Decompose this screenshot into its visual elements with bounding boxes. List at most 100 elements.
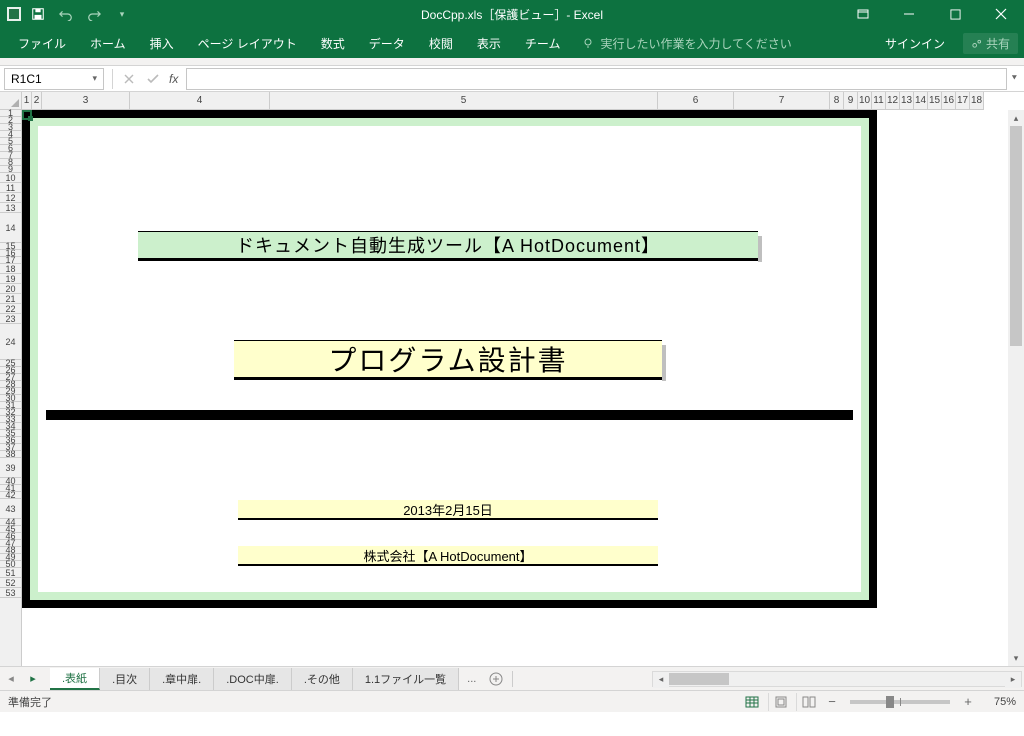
view-normal-button[interactable] <box>740 693 764 711</box>
column-header[interactable]: 8 <box>830 92 844 109</box>
row-header[interactable]: 43 <box>0 499 21 519</box>
maximize-button[interactable] <box>932 0 978 28</box>
share-label: 共有 <box>986 35 1010 52</box>
tab-data[interactable]: データ <box>357 28 417 58</box>
sheet-canvas[interactable]: ドキュメント自動生成ツール【A HotDocument】 プログラム設計書 20… <box>22 110 1024 666</box>
name-box[interactable]: R1C1 ▾ <box>4 68 104 90</box>
new-sheet-button[interactable] <box>484 672 508 686</box>
zoom-slider[interactable] <box>850 700 950 704</box>
signin-link[interactable]: サインイン <box>875 35 955 52</box>
column-header[interactable]: 9 <box>844 92 858 109</box>
tab-page-layout[interactable]: ページ レイアウト <box>186 28 309 58</box>
scroll-track-horizontal[interactable] <box>669 672 1005 686</box>
row-header[interactable]: 19 <box>0 274 21 284</box>
column-header[interactable]: 3 <box>42 92 130 109</box>
row-header[interactable]: 39 <box>0 458 21 478</box>
column-header[interactable]: 1 <box>22 92 32 109</box>
sheet-tab-filelist[interactable]: 1.1ファイル一覧 <box>353 668 459 690</box>
sheet-tab-doc-chapter[interactable]: .DOC中扉. <box>214 668 292 690</box>
row-header[interactable]: 21 <box>0 294 21 304</box>
scroll-thumb-horizontal[interactable] <box>669 673 729 685</box>
column-header[interactable]: 16 <box>942 92 956 109</box>
scroll-right-button[interactable]: ▸ <box>1005 672 1021 688</box>
redo-button[interactable] <box>82 3 106 25</box>
zoom-slider-handle[interactable] <box>886 696 894 708</box>
row-header[interactable]: 11 <box>0 183 21 193</box>
fx-label[interactable]: fx <box>165 72 182 86</box>
sheet-tabs-more[interactable]: ... <box>459 673 484 685</box>
row-header[interactable]: 42 <box>0 492 21 499</box>
scroll-thumb-vertical[interactable] <box>1010 126 1022 346</box>
enter-formula-button[interactable] <box>141 68 165 90</box>
formula-expand-button[interactable]: ⯆ <box>1011 73 1018 84</box>
tab-nav-next[interactable]: ▸ <box>22 668 44 690</box>
zoom-percent[interactable]: 75% <box>980 696 1016 708</box>
sheet-tab-chapter[interactable]: .章中扉. <box>150 668 214 690</box>
column-header[interactable]: 17 <box>956 92 970 109</box>
column-header[interactable]: 12 <box>886 92 900 109</box>
row-header[interactable]: 14 <box>0 213 21 243</box>
scroll-down-button[interactable]: ▾ <box>1008 650 1024 666</box>
cancel-formula-button[interactable] <box>117 68 141 90</box>
column-header[interactable]: 4 <box>130 92 270 109</box>
document-cover-frame: ドキュメント自動生成ツール【A HotDocument】 プログラム設計書 20… <box>22 110 877 608</box>
tell-me-box[interactable]: 実行したい作業を入力してください <box>582 35 791 52</box>
row-header[interactable]: 20 <box>0 284 21 294</box>
row-header[interactable]: 22 <box>0 304 21 314</box>
scroll-up-button[interactable]: ▴ <box>1008 110 1024 126</box>
tab-home[interactable]: ホーム <box>78 28 138 58</box>
ribbon-display-button[interactable] <box>840 0 886 28</box>
tab-nav-prev[interactable]: ◂ <box>0 668 22 690</box>
chevron-down-icon: ▾ <box>92 73 97 84</box>
tab-view[interactable]: 表示 <box>465 28 513 58</box>
column-header[interactable]: 15 <box>928 92 942 109</box>
column-header[interactable]: 18 <box>970 92 984 109</box>
document-company: 株式会社【A HotDocument】 <box>238 546 658 566</box>
close-button[interactable] <box>978 0 1024 28</box>
scroll-left-button[interactable]: ◂ <box>653 672 669 688</box>
zoom-in-button[interactable]: + <box>960 694 976 709</box>
save-button[interactable] <box>26 3 50 25</box>
column-header[interactable]: 10 <box>858 92 872 109</box>
document-date: 2013年2月15日 <box>238 500 658 520</box>
document-tool-banner: ドキュメント自動生成ツール【A HotDocument】 <box>138 231 758 261</box>
row-header[interactable]: 51 <box>0 568 21 578</box>
tab-insert[interactable]: 挿入 <box>138 28 186 58</box>
undo-button[interactable] <box>54 3 78 25</box>
row-header[interactable]: 10 <box>0 173 21 183</box>
row-header[interactable]: 13 <box>0 203 21 213</box>
sheet-tab-other[interactable]: .その他 <box>292 668 353 690</box>
minimize-button[interactable] <box>886 0 932 28</box>
tab-review[interactable]: 校閲 <box>417 28 465 58</box>
row-header[interactable]: 53 <box>0 588 21 598</box>
column-header[interactable]: 11 <box>872 92 886 109</box>
tab-file[interactable]: ファイル <box>6 28 78 58</box>
horizontal-scrollbar[interactable]: ◂ ▸ <box>652 671 1022 687</box>
column-header[interactable]: 6 <box>658 92 734 109</box>
row-header[interactable]: 23 <box>0 314 21 324</box>
document-title: プログラム設計書 <box>234 340 662 380</box>
formula-input[interactable] <box>186 68 1006 90</box>
scroll-track-vertical[interactable] <box>1008 126 1024 650</box>
column-header[interactable]: 14 <box>914 92 928 109</box>
row-header[interactable]: 24 <box>0 324 21 360</box>
view-page-layout-button[interactable] <box>768 693 792 711</box>
view-page-break-button[interactable] <box>796 693 820 711</box>
column-header[interactable]: 7 <box>734 92 830 109</box>
row-header[interactable]: 18 <box>0 264 21 274</box>
quick-access-toolbar: ▾ <box>0 3 134 25</box>
sheet-tab-toc[interactable]: .目次 <box>100 668 150 690</box>
tab-team[interactable]: チーム <box>513 28 573 58</box>
sheet-tab-cover[interactable]: .表紙 <box>50 668 100 690</box>
qat-customize-button[interactable]: ▾ <box>110 3 134 25</box>
column-header[interactable]: 13 <box>900 92 914 109</box>
zoom-out-button[interactable]: − <box>824 694 840 709</box>
row-header[interactable]: 12 <box>0 193 21 203</box>
row-header[interactable]: 52 <box>0 578 21 588</box>
vertical-scrollbar[interactable]: ▴ ▾ <box>1008 110 1024 666</box>
share-button[interactable]: 共有 <box>963 33 1018 54</box>
row-header[interactable]: 38 <box>0 451 21 458</box>
column-header[interactable]: 5 <box>270 92 658 109</box>
column-header[interactable]: 2 <box>32 92 42 109</box>
tab-formulas[interactable]: 数式 <box>309 28 357 58</box>
